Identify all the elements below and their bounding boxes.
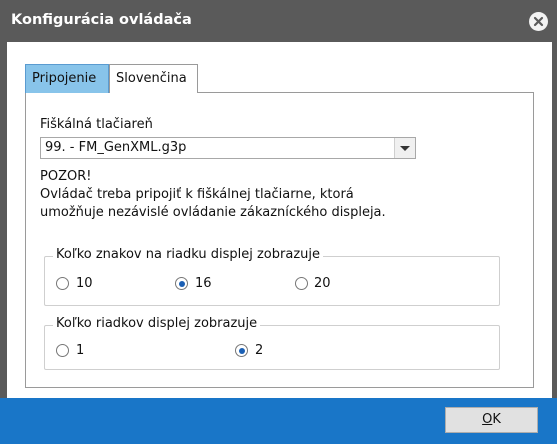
tab-slovencina[interactable]: Slovenčina <box>109 64 198 93</box>
warning-line-1: Ovládač treba pripojiť k fiškálnej tlači… <box>40 187 354 202</box>
radio-chars-16[interactable] <box>175 277 188 290</box>
window-frame-right <box>552 42 557 398</box>
window-frame-left <box>0 42 7 398</box>
close-icon[interactable] <box>529 12 548 31</box>
radio-chars-16-label: 16 <box>195 276 212 291</box>
tab-label: Slovenčina <box>116 71 187 86</box>
title-bar: Konfigurácia ovládača <box>0 0 557 42</box>
warning-line-2: umožňuje nezávislé ovládanie zákazníckéh… <box>40 205 386 220</box>
ok-mnemonic: O <box>482 412 493 427</box>
radio-chars-20-label: 20 <box>314 276 331 291</box>
warning-title: POZOR! <box>40 169 92 184</box>
ok-button[interactable]: OK <box>445 407 538 433</box>
radio-rows-2-label: 2 <box>255 343 264 358</box>
chars-per-row-group <box>44 256 500 306</box>
radio-chars-10[interactable] <box>56 277 69 290</box>
window-title: Konfigurácia ovládača <box>11 12 192 28</box>
radio-chars-10-label: 10 <box>76 276 93 291</box>
radio-chars-20[interactable] <box>295 277 308 290</box>
radio-rows-1[interactable] <box>56 344 69 357</box>
rows-group <box>44 325 500 370</box>
printer-select[interactable]: 99. - FM_GenXML.g3p <box>40 137 416 159</box>
tab-label: Pripojenie <box>32 71 97 86</box>
chars-per-row-legend: Koľko znakov na riadku displej zobrazuje <box>53 247 323 262</box>
chevron-down-icon[interactable] <box>394 138 415 158</box>
printer-label: Fiškálná tlačiareň <box>40 117 153 132</box>
radio-rows-1-label: 1 <box>76 343 85 358</box>
ok-label-rest: K <box>492 412 501 427</box>
tab-pripojenie[interactable]: Pripojenie <box>25 64 109 93</box>
printer-select-value: 99. - FM_GenXML.g3p <box>45 140 187 155</box>
radio-rows-2[interactable] <box>235 344 248 357</box>
rows-legend: Koľko riadkov displej zobrazuje <box>53 316 261 331</box>
